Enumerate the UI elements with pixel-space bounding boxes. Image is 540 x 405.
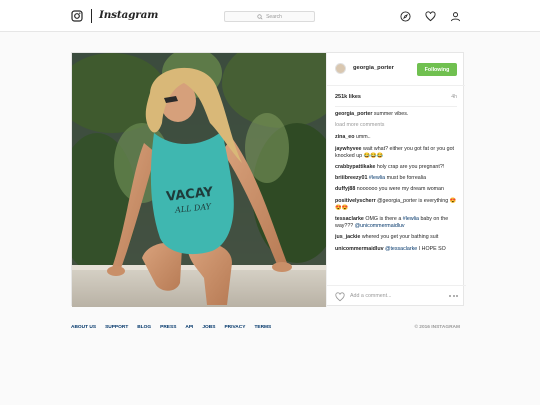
- heart-icon[interactable]: [425, 11, 436, 22]
- like-count[interactable]: 251k likes: [335, 94, 361, 100]
- comment-username[interactable]: duffyj88: [335, 186, 355, 192]
- footer: ABOUT US SUPPORT BLOG PRESS API JOBS PRI…: [71, 325, 464, 335]
- post-header: georgia_porter Following: [327, 53, 465, 86]
- mention-link[interactable]: @tessaclarke: [385, 246, 417, 252]
- comment-item: zina_eo umm..: [335, 134, 457, 141]
- instagram-wordmark[interactable]: Instagram: [99, 9, 158, 21]
- footer-links: ABOUT US SUPPORT BLOG PRESS API JOBS PRI…: [71, 325, 464, 330]
- comment-item: jaywhyvee wait what? either you got fat …: [335, 146, 457, 160]
- comment-item: briiibreezy01 #lewlia must be forrealia: [335, 175, 457, 182]
- add-comment-row: Add a comment...: [327, 285, 466, 307]
- footer-link-api[interactable]: API: [185, 325, 193, 330]
- comment-item: duffyj88 noooooo you were my dream woman: [335, 186, 457, 193]
- compass-icon[interactable]: [400, 11, 411, 22]
- comment-text: whered you get your bathing suit: [361, 234, 439, 241]
- nav-icons: [400, 11, 461, 22]
- search-placeholder: Search: [266, 13, 282, 20]
- hashtag-link[interactable]: #lewlia: [369, 175, 385, 181]
- comment-text: noooooo you were my dream woman: [356, 186, 444, 193]
- comment-item: tessaclarke OMG is there a #lewlia baby …: [335, 216, 457, 230]
- footer-link-jobs[interactable]: JOBS: [202, 325, 215, 330]
- like-heart-icon[interactable]: [335, 292, 345, 302]
- hashtag-link[interactable]: #lewlia: [403, 216, 419, 222]
- post-photo[interactable]: VACAY ALL DAY: [72, 53, 326, 307]
- instagram-camera-icon[interactable]: [71, 10, 83, 22]
- comment-list: georgia_porter summer vibes. load more c…: [327, 107, 465, 281]
- profile-icon[interactable]: [450, 11, 461, 22]
- following-button[interactable]: Following: [417, 63, 457, 76]
- comment-username[interactable]: zina_eo: [335, 134, 354, 140]
- comment-text: I HOPE SO: [418, 245, 446, 252]
- caption-username[interactable]: georgia_porter: [335, 111, 372, 117]
- comment-username[interactable]: crabbypattikake: [335, 164, 375, 170]
- footer-link-support[interactable]: SUPPORT: [105, 325, 128, 330]
- comment-item: unicommermaidluv @tessaclarke I HOPE SO: [335, 246, 457, 253]
- caption: georgia_porter summer vibes.: [335, 111, 457, 118]
- comment-text: OMG is there a: [365, 216, 402, 223]
- comment-text: holy crap are you pregnant?!: [376, 163, 445, 170]
- post-photo-illustration: VACAY ALL DAY: [72, 53, 326, 307]
- post-sidebar: georgia_porter Following 251k likes 4h g…: [326, 53, 466, 307]
- footer-link-press[interactable]: PRESS: [160, 325, 176, 330]
- comment-username[interactable]: jus_jackie: [335, 234, 360, 240]
- logo-divider: [91, 9, 92, 23]
- comment-username[interactable]: briiibreezy01: [335, 175, 367, 181]
- post-author-username[interactable]: georgia_porter: [353, 65, 394, 71]
- search-icon: [257, 13, 263, 19]
- avatar[interactable]: [335, 63, 346, 74]
- comment-text: must be forrealia: [386, 175, 427, 182]
- footer-link-about[interactable]: ABOUT US: [71, 325, 96, 330]
- load-more-comments-link[interactable]: load more comments: [335, 122, 457, 129]
- copyright: © 2016 INSTAGRAM: [414, 325, 460, 330]
- comment-username[interactable]: jaywhyvee: [335, 146, 362, 152]
- post-card: VACAY ALL DAY georgia_porter Following 2…: [71, 52, 466, 307]
- comment-item: jus_jackie whered you get your bathing s…: [335, 234, 457, 241]
- add-comment-input[interactable]: Add a comment...: [350, 293, 392, 299]
- comment-username[interactable]: tessaclarke: [335, 216, 364, 222]
- footer-link-terms[interactable]: TERMS: [254, 325, 271, 330]
- footer-link-blog[interactable]: BLOG: [137, 325, 151, 330]
- mention-link[interactable]: @unicommermaidluv: [355, 223, 405, 229]
- top-nav-bar: Instagram Search: [0, 0, 540, 32]
- more-options-icon[interactable]: [449, 295, 458, 297]
- comment-text: umm..: [355, 134, 371, 141]
- comment-item: crabbypattikake holy crap are you pregna…: [335, 164, 457, 171]
- footer-link-privacy[interactable]: PRIVACY: [224, 325, 245, 330]
- caption-text: summer vibes.: [373, 111, 409, 117]
- post-meta: 251k likes 4h: [335, 93, 457, 107]
- search-input[interactable]: Search: [224, 11, 315, 22]
- comment-username[interactable]: positivelyscherr: [335, 198, 376, 204]
- comment-username[interactable]: unicommermaidluv: [335, 246, 384, 252]
- comment-item: positivelyscherr @georgia_porter is ever…: [335, 198, 457, 212]
- post-age[interactable]: 4h: [451, 94, 457, 100]
